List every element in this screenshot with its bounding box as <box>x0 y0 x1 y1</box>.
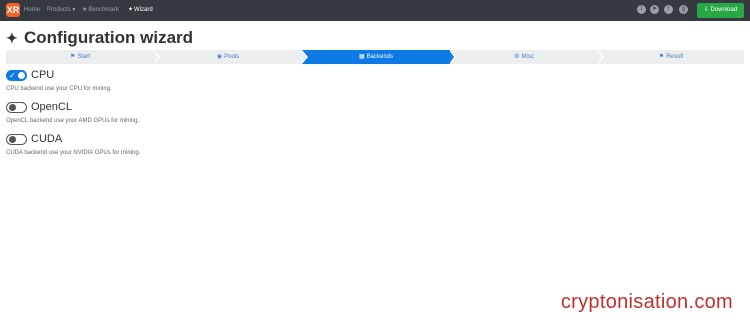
backend-description: CPU backend use your CPU for mining. <box>6 86 112 92</box>
nav-link-products[interactable]: Products ▾ <box>47 6 75 15</box>
toggle-knob <box>9 104 16 111</box>
backend-name: CUDA <box>31 133 63 145</box>
wizard-steps: ⚑ Start ◉ Pools ▦ Backends ⚙ Misc ⚑ Result <box>6 50 744 64</box>
xmrig-logo[interactable]: XR <box>6 3 20 17</box>
opencl-toggle[interactable] <box>6 102 27 113</box>
check-icon: ✓ <box>9 71 16 80</box>
step-separator <box>449 50 454 64</box>
step-result-label: Result <box>666 54 684 60</box>
top-navbar: XR Home Products ▾ ★Benchmark ✦Wizard t … <box>0 0 750 21</box>
step-start-label: Start <box>77 54 91 60</box>
page-title: ✦ Configuration wizard <box>6 28 193 48</box>
nav-link-home[interactable]: Home <box>24 6 40 15</box>
trophy-icon: ★ <box>82 7 88 13</box>
step-backends-label: Backends <box>366 54 394 60</box>
github-icon[interactable]: g <box>679 5 688 14</box>
step-misc[interactable]: ⚙ Misc <box>450 50 598 64</box>
toggle-knob <box>9 136 16 143</box>
twitter-icon[interactable]: t <box>637 5 646 14</box>
flag-checkered-icon: ⚑ <box>658 54 665 60</box>
step-start[interactable]: ⚑ Start <box>6 50 154 64</box>
cog-icon: ⚙ <box>514 54 520 60</box>
download-button-label: Download <box>710 7 738 13</box>
step-separator <box>597 50 602 64</box>
nav-link-benchmark-label: Benchmark <box>88 7 119 13</box>
download-button[interactable]: ⇩ Download <box>697 3 744 18</box>
step-pools-label: Pools <box>224 54 240 60</box>
download-icon: ⇩ <box>703 7 709 13</box>
page-title-text: Configuration wizard <box>24 28 194 47</box>
backend-name: OpenCL <box>31 101 72 113</box>
backend-name: CPU <box>31 69 55 81</box>
toggle-knob <box>18 72 25 79</box>
telegram-icon[interactable]: ➤ <box>650 5 659 14</box>
nav-link-wizard-label: Wizard <box>134 7 153 13</box>
step-backends[interactable]: ▦ Backends <box>302 50 450 64</box>
backend-description: OpenCL backend use your AMD GPUs for min… <box>6 118 140 124</box>
magic-wand-icon: ✦ <box>128 7 134 13</box>
microchip-icon: ▦ <box>358 54 365 60</box>
reddit-icon[interactable]: r <box>664 5 673 14</box>
cpu-toggle[interactable]: ✓ <box>6 70 27 81</box>
flag-icon: ⚑ <box>69 54 76 60</box>
step-misc-label: Misc <box>521 54 534 60</box>
watermark-text: cryptonisation.com <box>560 291 733 313</box>
nav-link-benchmark[interactable]: ★Benchmark <box>82 6 119 15</box>
step-separator <box>301 50 306 64</box>
backend-description: CUDA backend use your NVIDIA GPUs for mi… <box>6 150 141 156</box>
cuda-toggle[interactable] <box>6 134 27 145</box>
magic-wand-icon: ✦ <box>6 30 18 46</box>
nav-link-wizard[interactable]: ✦Wizard <box>128 6 153 15</box>
database-icon: ◉ <box>216 54 223 60</box>
step-pools[interactable]: ◉ Pools <box>154 50 302 64</box>
step-separator <box>153 50 158 64</box>
step-result[interactable]: ⚑ Result <box>598 50 744 64</box>
